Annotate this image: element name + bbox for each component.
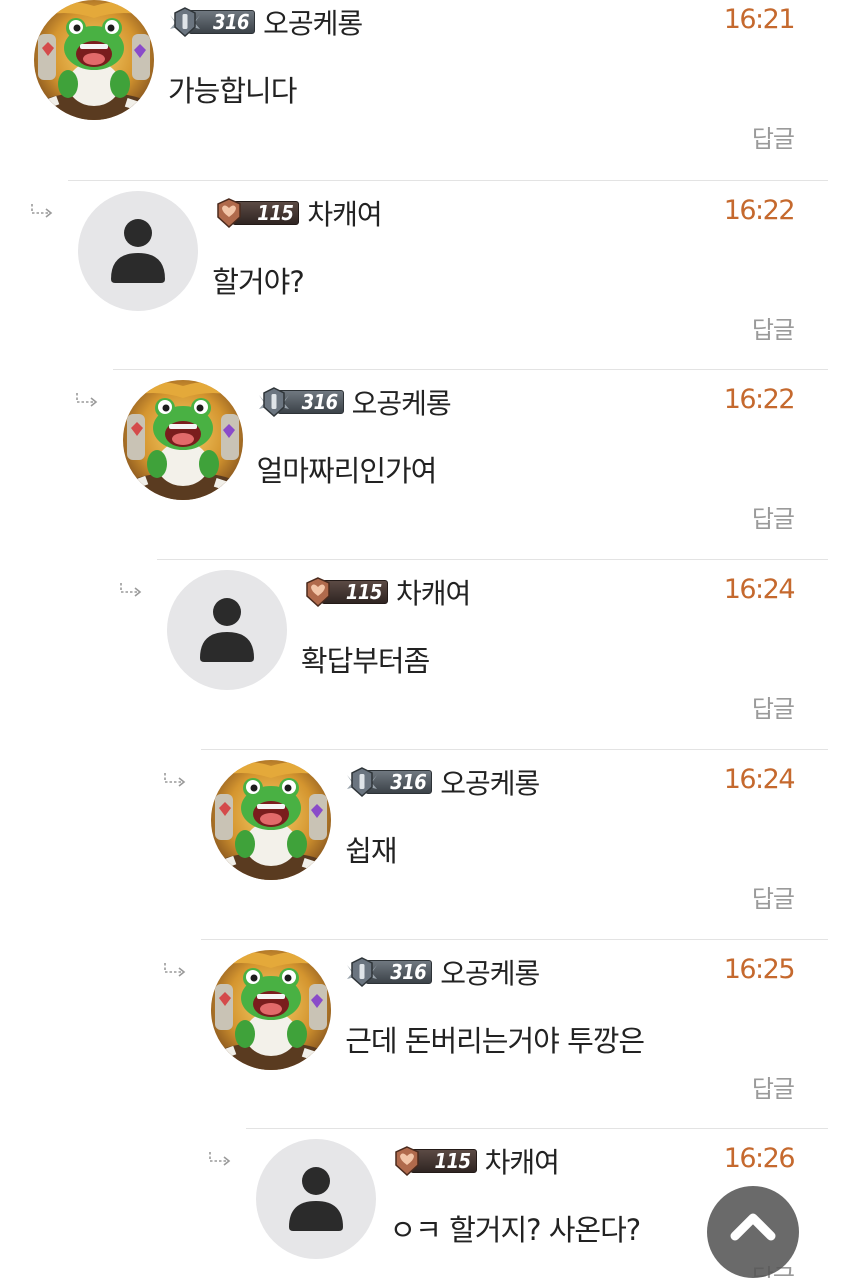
reply-arrow-icon bbox=[31, 204, 53, 218]
level-emblem-icon bbox=[306, 577, 330, 608]
comment-time: 16:26 bbox=[723, 1143, 796, 1174]
frog-avatar-image bbox=[34, 0, 154, 120]
reply-arrow-icon bbox=[164, 963, 186, 977]
level-emblem-icon bbox=[217, 198, 242, 229]
comment-text: 할거야? bbox=[212, 265, 304, 299]
frog-avatar-image bbox=[211, 950, 332, 1070]
nickname[interactable]: 차캐여 bbox=[396, 572, 471, 612]
level-emblem-icon bbox=[394, 1146, 419, 1177]
comment: 316 오공케롱 16:25 근데 돈버리는거야 투깡은 답글 bbox=[164, 939, 828, 1128]
comment-text: ㅇㅋ 할거지? 사온다? bbox=[389, 1213, 642, 1247]
comment: 316 오공케롱 16:24 쉽재 답글 bbox=[164, 749, 828, 938]
frog-avatar-image bbox=[122, 380, 243, 500]
default-user-avatar[interactable] bbox=[255, 1139, 376, 1259]
nickname[interactable]: 차캐여 bbox=[485, 1141, 560, 1181]
comment: 115 차캐여 16:22 할거야? 답글 bbox=[31, 180, 828, 369]
scroll-to-top-button[interactable] bbox=[707, 1186, 799, 1278]
default-user-icon bbox=[288, 1167, 343, 1231]
comment: 316 오공케롱 16:22 얼마짜리인가여 답글 bbox=[75, 369, 828, 558]
reply-button[interactable]: 답글 bbox=[752, 499, 795, 534]
user-avatar[interactable] bbox=[122, 380, 243, 500]
comment-time: 16:24 bbox=[723, 574, 796, 605]
default-user-avatar[interactable] bbox=[166, 570, 287, 690]
level-badge: 115 bbox=[212, 198, 300, 229]
comment-time: 16:22 bbox=[723, 384, 796, 415]
comment-text: 근데 돈버리는거야 투깡은 bbox=[345, 1024, 645, 1058]
comment-author: 115 차캐여 bbox=[212, 193, 383, 233]
comment-time: 16:22 bbox=[723, 195, 796, 226]
level-badge: 316 bbox=[345, 767, 433, 798]
reply-button[interactable]: 답글 bbox=[752, 310, 795, 345]
comment-thread: 316 오공케롱 16:21 가능합니다 답글 115 차캐여 16:22 할거… bbox=[0, 0, 850, 1278]
reply-button[interactable]: 답글 bbox=[752, 689, 795, 724]
nickname[interactable]: 오공케롱 bbox=[352, 382, 452, 422]
user-avatar[interactable] bbox=[34, 0, 154, 120]
comment-time: 16:25 bbox=[723, 954, 796, 985]
comment-author: 316 오공케롱 bbox=[345, 762, 540, 802]
comment-text: 가능합니다 bbox=[168, 74, 297, 108]
comment-text: 확답부터좀 bbox=[300, 644, 430, 678]
nickname[interactable]: 차캐여 bbox=[307, 193, 382, 233]
level-emblem-icon bbox=[258, 387, 289, 418]
level-badge: 316 bbox=[345, 957, 433, 988]
default-user-icon bbox=[111, 219, 166, 283]
level-emblem-icon bbox=[347, 957, 378, 988]
level-emblem-icon bbox=[170, 7, 200, 38]
nickname[interactable]: 오공케롱 bbox=[263, 2, 363, 42]
comment-time: 16:21 bbox=[723, 4, 796, 35]
comment-author: 316 오공케롱 bbox=[345, 952, 540, 992]
reply-arrow-icon bbox=[75, 393, 97, 407]
default-user-avatar[interactable] bbox=[78, 191, 199, 311]
reply-button[interactable]: 답글 bbox=[752, 119, 795, 154]
comment-author: 115 차캐여 bbox=[301, 572, 471, 612]
comment: 115 차캐여 16:24 확답부터좀 답글 bbox=[120, 559, 828, 748]
nickname[interactable]: 오공케롱 bbox=[440, 952, 540, 992]
comment-text: 쉽재 bbox=[345, 834, 397, 868]
comment-time: 16:24 bbox=[723, 764, 796, 795]
chevron-up-icon bbox=[730, 1213, 776, 1241]
default-user-icon bbox=[199, 598, 254, 662]
comment-author: 115 차캐여 bbox=[390, 1141, 560, 1181]
nickname[interactable]: 오공케롱 bbox=[440, 762, 540, 802]
level-badge: 115 bbox=[301, 577, 388, 608]
user-avatar[interactable] bbox=[211, 760, 332, 880]
comment-author: 316 오공케롱 bbox=[168, 2, 363, 42]
reply-button[interactable]: 답글 bbox=[752, 879, 795, 914]
level-emblem-icon bbox=[347, 767, 378, 798]
frog-avatar-image bbox=[211, 760, 332, 880]
comment: 316 오공케롱 16:21 가능합니다 답글 bbox=[24, 0, 828, 179]
level-badge: 316 bbox=[168, 7, 256, 38]
user-avatar[interactable] bbox=[211, 950, 332, 1070]
reply-button[interactable]: 답글 bbox=[752, 1069, 795, 1104]
level-badge: 115 bbox=[390, 1146, 477, 1177]
reply-arrow-icon bbox=[164, 773, 186, 787]
level-badge: 316 bbox=[257, 387, 344, 418]
reply-arrow-icon bbox=[120, 583, 142, 597]
comment-text: 얼마짜리인가여 bbox=[256, 454, 438, 488]
comment-author: 316 오공케롱 bbox=[257, 382, 452, 422]
reply-arrow-icon bbox=[208, 1152, 230, 1166]
